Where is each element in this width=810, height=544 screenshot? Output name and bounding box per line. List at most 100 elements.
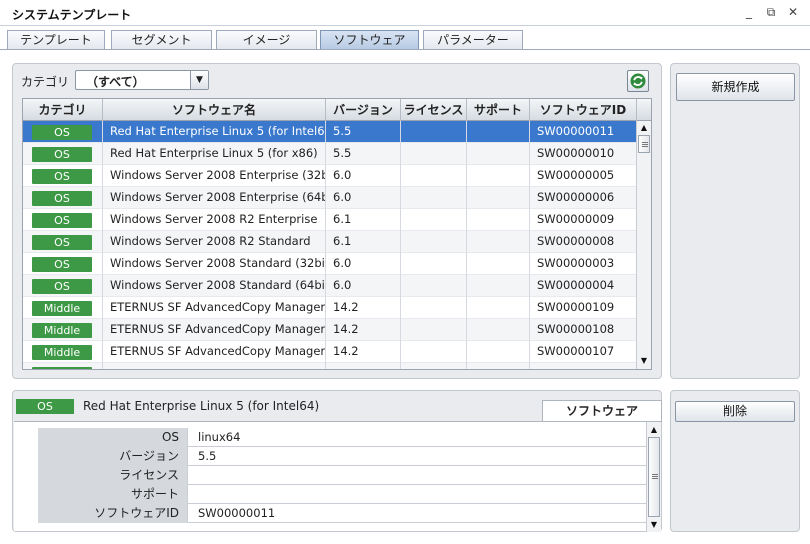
table-row[interactable]: OS Red Hat Enterprise Linux 5 (for Intel6… <box>23 121 637 143</box>
cell-support <box>467 165 530 187</box>
cell-software-id: SW00000009 <box>530 209 637 231</box>
table-row[interactable]: Middle ETERNUS SF AdvancedCopy Manager 14.… <box>23 341 637 363</box>
cell-software-id <box>530 363 637 369</box>
cell-software-id: SW00000107 <box>530 341 637 363</box>
column-header-license[interactable]: ライセンス <box>401 99 467 121</box>
scroll-thumb[interactable] <box>638 135 650 153</box>
cell-software-name: Windows Server 2008 R2 Enterprise <box>103 209 326 231</box>
new-button[interactable]: 新規作成 <box>676 73 795 101</box>
dropdown-arrow-icon[interactable]: ▼ <box>190 71 208 89</box>
property-value <box>188 485 198 504</box>
cell-category: Middle <box>23 319 103 341</box>
cell-software-name: Windows Server 2008 Enterprise (32bit) <box>103 165 326 187</box>
table-row[interactable]: OS Windows Server 2008 R2 Standard 6.1 SW00… <box>23 231 637 253</box>
table-row[interactable]: OS Windows Server 2008 Standard (32bit) 6.… <box>23 253 637 275</box>
category-badge: OS <box>32 257 92 272</box>
action-panel: 新規作成 <box>670 63 800 379</box>
cell-license <box>401 297 467 319</box>
category-badge: OS <box>32 213 92 228</box>
column-header-software-id[interactable]: ソフトウェアID <box>530 99 637 121</box>
property-label: ライセンス <box>38 466 188 485</box>
column-header-support[interactable]: サポート <box>467 99 530 121</box>
cell-support <box>467 253 530 275</box>
cell-license <box>401 253 467 275</box>
tab-divider <box>0 49 810 50</box>
cell-support <box>467 275 530 297</box>
table-row[interactable]: OS Windows Server 2008 R2 Enterprise 6.1 SW… <box>23 209 637 231</box>
refresh-button[interactable] <box>627 70 649 92</box>
column-header-spacer <box>637 99 651 121</box>
column-header-version[interactable]: バージョン <box>326 99 401 121</box>
category-filter-label: カテゴリ <box>21 75 70 89</box>
cell-software-name <box>103 363 326 369</box>
cell-category: Middle <box>23 297 103 319</box>
tab-template[interactable]: テンプレート <box>7 30 105 50</box>
cell-version: 6.0 <box>326 275 401 297</box>
property-row: ライセンス <box>38 466 650 485</box>
close-icon[interactable]: ✕ <box>785 4 801 20</box>
table-row[interactable]: OS Red Hat Enterprise Linux 5 (for x86) 5.… <box>23 143 637 165</box>
detail-scrollbar[interactable]: ▲ ▼ <box>646 422 661 532</box>
tab-segment[interactable]: セグメント <box>111 30 212 50</box>
cell-software-name: ETERNUS SF AdvancedCopy Manager <box>103 319 326 341</box>
cell-version: 5.5 <box>326 121 401 143</box>
category-badge: Middle <box>32 301 92 316</box>
table-row[interactable]: OS Windows Server 2008 Enterprise (32bit)… <box>23 165 637 187</box>
cell-support <box>467 363 530 369</box>
property-label: OS <box>38 428 188 447</box>
minimize-icon[interactable]: _ <box>741 4 757 20</box>
category-filter-select[interactable]: （すべて） ▼ <box>75 70 209 90</box>
cell-category: OS <box>23 165 103 187</box>
cell-license <box>401 187 467 209</box>
cell-category: OS <box>23 143 103 165</box>
detail-tab-software[interactable]: ソフトウェア <box>542 400 662 422</box>
scroll-up-icon[interactable]: ▲ <box>637 121 651 135</box>
cell-category: Middle <box>23 363 103 369</box>
category-badge: Middle <box>32 323 92 338</box>
detail-scroll-up-icon[interactable]: ▲ <box>647 423 661 437</box>
property-value: SW00000011 <box>198 506 276 520</box>
cell-version: 14.2 <box>326 341 401 363</box>
window-title: システムテンプレート <box>12 8 132 22</box>
detail-properties: OS linux64 バージョン 5.5 ライセンス サポート ソフトウェアID SW0000… <box>14 421 661 532</box>
cell-support <box>467 297 530 319</box>
cell-support <box>467 209 530 231</box>
detail-panel: OS Red Hat Enterprise Linux 5 (for Intel… <box>12 390 662 532</box>
cell-support <box>467 143 530 165</box>
property-row: バージョン 5.5 <box>38 447 650 466</box>
cell-category: OS <box>23 187 103 209</box>
category-badge: Middle <box>32 367 92 369</box>
detail-category-badge: OS <box>16 399 74 414</box>
cell-license <box>401 209 467 231</box>
cell-support <box>467 231 530 253</box>
cell-software-name: Windows Server 2008 R2 Standard <box>103 231 326 253</box>
detail-scroll-down-icon[interactable]: ▼ <box>647 518 661 532</box>
table-row[interactable]: OS Windows Server 2008 Standard (64bit) 6.… <box>23 275 637 297</box>
category-badge: Middle <box>32 345 92 360</box>
cell-license <box>401 231 467 253</box>
cell-category: Middle <box>23 341 103 363</box>
property-row: OS linux64 <box>38 428 650 447</box>
cell-version: 14.2 <box>326 319 401 341</box>
table-row[interactable]: OS Windows Server 2008 Enterprise (64bit)… <box>23 187 637 209</box>
tab-image[interactable]: イメージ <box>216 30 317 50</box>
cell-version <box>326 363 401 369</box>
column-header-category[interactable]: カテゴリ <box>23 99 103 121</box>
tab-parameter[interactable]: パラメーター <box>423 30 523 50</box>
tab-bar: テンプレート セグメント イメージ ソフトウェア パラメーター <box>0 26 810 50</box>
cell-support <box>467 121 530 143</box>
property-value: linux64 <box>198 430 241 444</box>
cell-version: 14.2 <box>326 297 401 319</box>
scroll-down-icon[interactable]: ▼ <box>637 354 651 368</box>
table-row[interactable]: Middle <box>23 363 637 369</box>
delete-button[interactable]: 削除 <box>675 401 795 422</box>
column-header-software-name[interactable]: ソフトウェア名 <box>103 99 326 121</box>
table-row[interactable]: Middle ETERNUS SF AdvancedCopy Manager 14.… <box>23 319 637 341</box>
category-badge: OS <box>32 125 92 140</box>
table-row[interactable]: Middle ETERNUS SF AdvancedCopy Manager 14.… <box>23 297 637 319</box>
detail-scroll-thumb[interactable] <box>648 437 660 517</box>
tab-software[interactable]: ソフトウェア <box>320 30 419 50</box>
property-label: ソフトウェアID <box>38 504 188 523</box>
restore-icon[interactable]: ⧉ <box>763 4 779 20</box>
table-scrollbar[interactable]: ▲ ▼ <box>636 121 651 369</box>
